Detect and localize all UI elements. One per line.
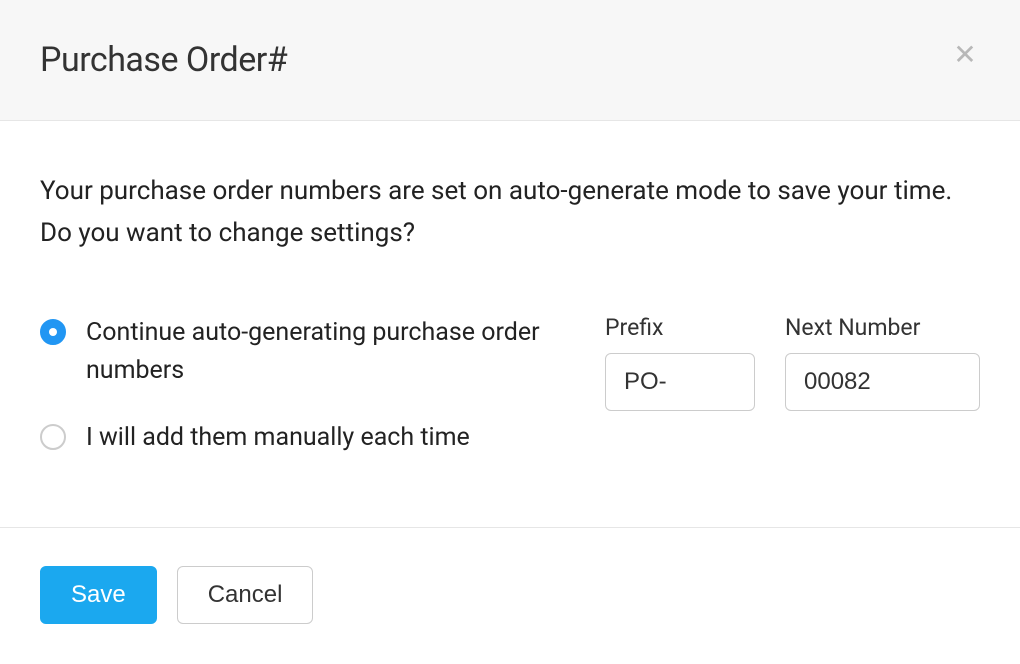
next-number-label: Next Number (785, 314, 980, 341)
close-icon: ✕ (953, 41, 976, 69)
prefix-field-wrapper: Prefix (605, 314, 755, 411)
cancel-button[interactable]: Cancel (177, 566, 314, 625)
modal-body: Your purchase order numbers are set on a… (0, 121, 1020, 527)
save-button[interactable]: Save (40, 566, 157, 625)
close-button[interactable]: ✕ (950, 40, 980, 70)
next-number-input[interactable] (785, 353, 980, 411)
prefix-input[interactable] (605, 353, 755, 411)
prefix-label: Prefix (605, 314, 755, 341)
next-number-field-wrapper: Next Number (785, 314, 980, 411)
settings-description: Your purchase order numbers are set on a… (40, 171, 980, 254)
options-row: Continue auto-generating purchase order … (40, 314, 980, 487)
radio-label-auto: Continue auto-generating purchase order … (86, 314, 565, 389)
purchase-order-number-modal: Purchase Order# ✕ Your purchase order nu… (0, 0, 1020, 648)
modal-title: Purchase Order# (40, 40, 980, 80)
radio-option-manual[interactable]: I will add them manually each time (40, 419, 565, 457)
numbering-mode-radio-group: Continue auto-generating purchase order … (40, 314, 565, 487)
number-fields-group: Prefix Next Number (605, 314, 980, 411)
radio-indicator-selected (40, 319, 66, 345)
modal-footer: Save Cancel (0, 527, 1020, 664)
radio-indicator-unselected (40, 424, 66, 450)
radio-label-manual: I will add them manually each time (86, 419, 470, 457)
radio-option-auto-generate[interactable]: Continue auto-generating purchase order … (40, 314, 565, 389)
modal-header: Purchase Order# ✕ (0, 0, 1020, 121)
